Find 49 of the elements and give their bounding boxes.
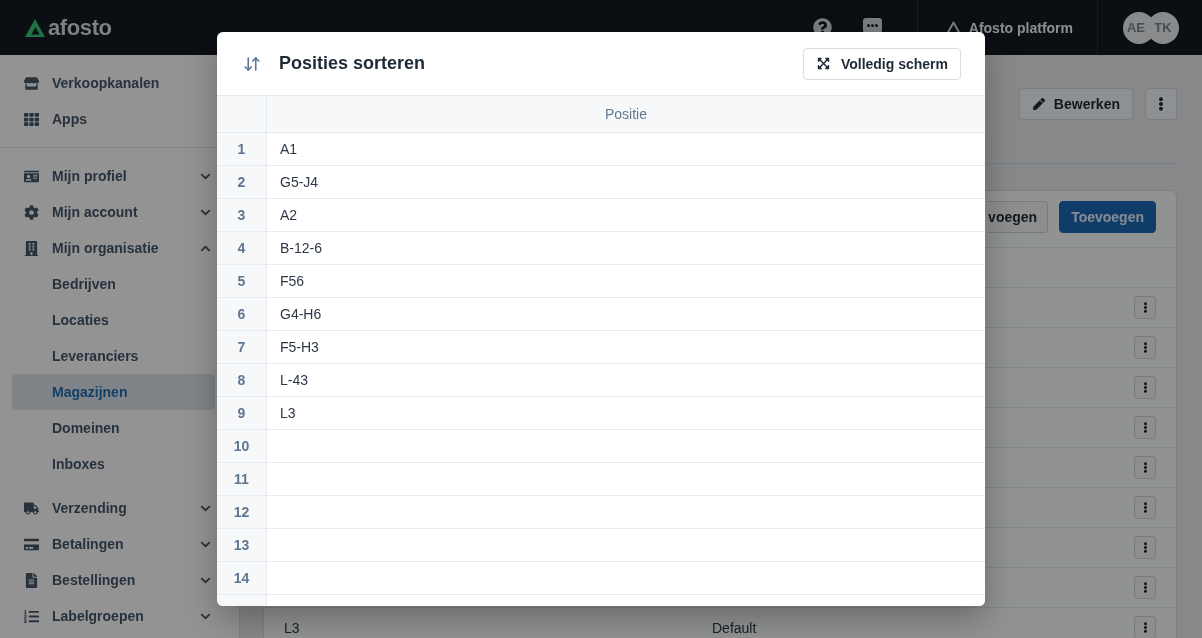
credit-card-icon [24, 536, 39, 552]
grid-icon [24, 111, 39, 127]
sidebar-subitem[interactable]: Inboxes [12, 446, 215, 482]
dialog-title: Posities sorteren [279, 53, 427, 74]
sidebar-subitem[interactable]: Leveranciers [12, 338, 215, 374]
edit-button[interactable]: Bewerken [1018, 88, 1133, 120]
sidebar-item[interactable]: Labelgroepen [12, 598, 215, 634]
sidebar-item[interactable]: Bestellingen [12, 562, 215, 598]
truck-icon [24, 500, 39, 516]
fullscreen-button[interactable]: Volledig scherm [802, 47, 961, 80]
row-menu-button[interactable] [1134, 296, 1156, 319]
more-button[interactable] [1145, 88, 1177, 120]
sidebar-item[interactable]: Betalingen [12, 526, 215, 562]
sidebar-item[interactable]: Mijn profiel [12, 158, 215, 194]
row-menu-button[interactable] [1134, 376, 1156, 399]
logo-icon [25, 18, 45, 37]
secondary-button[interactable]: voegen [988, 201, 1049, 233]
row-menu-button[interactable] [1134, 576, 1156, 599]
sidebar-item[interactable]: Verzending [12, 490, 215, 526]
sidebar-item[interactable]: Mijn organisatie [12, 230, 215, 266]
numbered-list-icon [24, 608, 39, 624]
column-header: Positie [604, 105, 648, 124]
document-icon [24, 572, 39, 588]
sidebar-subitem[interactable]: Locaties [12, 302, 215, 338]
row-menu-button[interactable] [1134, 496, 1156, 519]
row-menu-button[interactable] [1134, 456, 1156, 479]
sidebar-subitem[interactable]: Domeinen [12, 410, 215, 446]
store-icon [24, 75, 39, 91]
sidebar-item[interactable]: Mijn account [12, 194, 215, 230]
sidebar-subitem[interactable]: Bedrijven [12, 266, 215, 302]
sort-icon [243, 54, 261, 73]
table-cell-text: L3 [284, 619, 301, 636]
row-menu-button[interactable] [1134, 616, 1156, 638]
expand-icon [816, 57, 830, 70]
table-cell-text: Default [712, 619, 758, 636]
row-menu-button[interactable] [1134, 536, 1156, 559]
triangle-logo-icon [945, 20, 961, 35]
sidebar-item[interactable]: Verkoopkanalen [12, 65, 215, 101]
gear-icon [24, 204, 39, 220]
add-button[interactable]: Toevoegen [1059, 201, 1156, 233]
building-icon [24, 240, 39, 256]
id-card-icon [24, 168, 39, 184]
row-menu-button[interactable] [1134, 416, 1156, 439]
workspace-switcher[interactable]: Afosto platform [945, 19, 1073, 36]
pencil-icon [1032, 98, 1045, 110]
row-menu-button[interactable] [1134, 336, 1156, 359]
logo-text: afosto [48, 14, 112, 41]
sidebar-subitem[interactable]: Magazijnen [12, 374, 215, 410]
sidebar-item[interactable]: Apps [12, 101, 215, 137]
